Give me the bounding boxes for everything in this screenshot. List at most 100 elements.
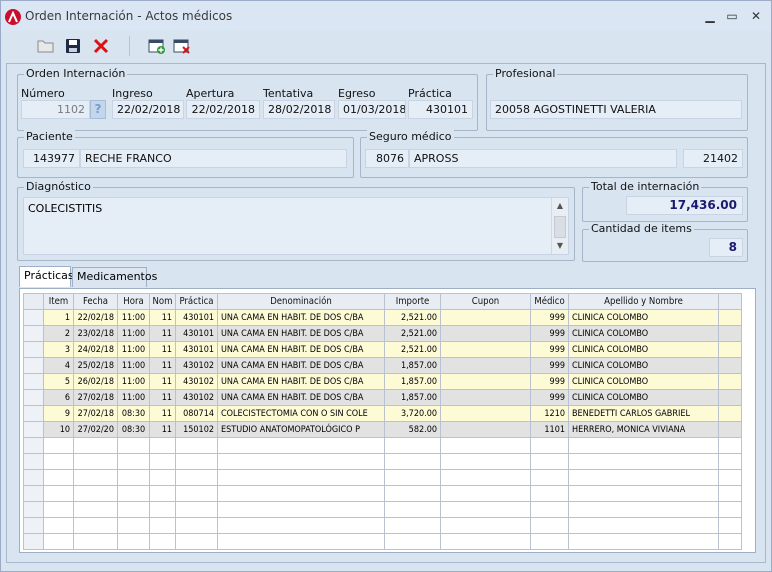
table-cell[interactable]: 999	[530, 357, 569, 374]
table-cell[interactable]: 1,857.00	[384, 373, 441, 390]
table-cell[interactable]	[440, 341, 531, 358]
remove-item-button[interactable]	[171, 35, 193, 57]
table-cell[interactable]: 1,857.00	[384, 357, 441, 374]
table-cell[interactable]: 11:00	[117, 373, 150, 390]
table-cell[interactable]: 27/02/20	[73, 421, 118, 438]
tab-medicamentos[interactable]: Medicamentos	[72, 267, 157, 287]
table-cell[interactable]: 999	[530, 389, 569, 406]
empty-cell[interactable]	[23, 501, 44, 518]
profesional-field[interactable]: 20058 AGOSTINETTI VALERIA	[490, 100, 742, 119]
empty-cell[interactable]	[43, 517, 74, 534]
empty-cell[interactable]	[73, 437, 118, 454]
table-cell[interactable]	[440, 373, 531, 390]
table-cell[interactable]: 08:30	[117, 405, 150, 422]
table-cell[interactable]: 3,720.00	[384, 405, 441, 422]
table-cell[interactable]: CLINICA COLOMBO	[568, 373, 719, 390]
empty-cell[interactable]	[149, 453, 176, 470]
empty-cell[interactable]	[43, 437, 74, 454]
column-header[interactable]: Fecha	[73, 293, 118, 310]
empty-cell[interactable]	[217, 469, 385, 486]
empty-cell[interactable]	[718, 485, 742, 502]
table-cell[interactable]: CLINICA COLOMBO	[568, 341, 719, 358]
table-cell[interactable]: 999	[530, 309, 569, 326]
table-cell[interactable]: 430101	[175, 341, 218, 358]
empty-cell[interactable]	[175, 453, 218, 470]
table-cell[interactable]	[440, 389, 531, 406]
empty-cell[interactable]	[117, 485, 150, 502]
empty-cell[interactable]	[568, 501, 719, 518]
seguro-nombre-field[interactable]: APROSS	[409, 149, 677, 168]
empty-cell[interactable]	[43, 533, 74, 550]
empty-cell[interactable]	[440, 453, 531, 470]
table-cell[interactable]: 24/02/18	[73, 341, 118, 358]
table-cell[interactable]: UNA CAMA EN HABIT. DE DOS C/BA	[217, 357, 385, 374]
empty-row[interactable]	[23, 453, 742, 470]
table-cell[interactable]: 11	[149, 405, 176, 422]
table-row[interactable]: 10 27/02/20 08:30 11 150102 ESTUDIO ANATOMOPA…	[23, 421, 742, 438]
table-cell[interactable]: 9	[43, 405, 74, 422]
empty-cell[interactable]	[175, 501, 218, 518]
table-cell[interactable]	[440, 325, 531, 342]
empty-row[interactable]	[23, 437, 742, 454]
empty-cell[interactable]	[23, 485, 44, 502]
empty-cell[interactable]	[73, 469, 118, 486]
table-cell[interactable]: 11	[149, 357, 176, 374]
empty-cell[interactable]	[718, 533, 742, 550]
empty-cell[interactable]	[217, 437, 385, 454]
seguro-numero-field[interactable]: 21402	[683, 149, 743, 168]
row-indicator[interactable]	[23, 405, 44, 422]
table-row[interactable]: 5 26/02/18 11:00 11 430102 UNA CAMA EN HABIT.…	[23, 373, 742, 390]
empty-cell[interactable]	[149, 517, 176, 534]
open-button[interactable]	[35, 35, 57, 57]
empty-cell[interactable]	[530, 469, 569, 486]
empty-cell[interactable]	[73, 485, 118, 502]
empty-cell[interactable]	[149, 485, 176, 502]
table-cell[interactable]: 2,521.00	[384, 325, 441, 342]
minimize-button[interactable]: ▁	[699, 7, 721, 25]
delete-button[interactable]	[90, 35, 112, 57]
empty-cell[interactable]	[149, 469, 176, 486]
table-row[interactable]: 9 27/02/18 08:30 11 080714 COLECISTECTOMIA CO…	[23, 405, 742, 422]
diagnostico-textarea[interactable]: COLECISTITIS ▲ ▼	[23, 197, 569, 255]
save-button[interactable]	[62, 35, 84, 57]
row-indicator[interactable]	[23, 325, 44, 342]
table-row[interactable]: 6 27/02/18 11:00 11 430102 UNA CAMA EN HABIT.…	[23, 389, 742, 406]
empty-cell[interactable]	[718, 501, 742, 518]
empty-cell[interactable]	[384, 469, 441, 486]
empty-cell[interactable]	[384, 501, 441, 518]
table-cell[interactable]: 22/02/18	[73, 309, 118, 326]
tentativa-field[interactable]: 28/02/2018	[263, 100, 335, 119]
empty-cell[interactable]	[718, 453, 742, 470]
empty-cell[interactable]	[175, 517, 218, 534]
empty-cell[interactable]	[530, 453, 569, 470]
column-header[interactable]: Práctica	[175, 293, 218, 310]
column-header[interactable]: Importe	[384, 293, 441, 310]
table-cell[interactable]: 1101	[530, 421, 569, 438]
table-cell[interactable]: 11:00	[117, 357, 150, 374]
empty-cell[interactable]	[384, 533, 441, 550]
table-cell[interactable]: CLINICA COLOMBO	[568, 389, 719, 406]
numero-field[interactable]: 1102	[21, 100, 90, 119]
row-indicator[interactable]	[23, 373, 44, 390]
empty-cell[interactable]	[117, 533, 150, 550]
table-cell[interactable]: UNA CAMA EN HABIT. DE DOS C/BA	[217, 325, 385, 342]
empty-cell[interactable]	[217, 533, 385, 550]
empty-cell[interactable]	[530, 533, 569, 550]
table-cell[interactable]: 23/02/18	[73, 325, 118, 342]
empty-row[interactable]	[23, 501, 742, 518]
numero-help-button[interactable]: ?	[90, 100, 106, 119]
table-row[interactable]: 4 25/02/18 11:00 11 430102 UNA CAMA EN HABIT.…	[23, 357, 742, 374]
empty-row[interactable]	[23, 485, 742, 502]
table-cell[interactable]: 582.00	[384, 421, 441, 438]
empty-cell[interactable]	[117, 453, 150, 470]
table-cell[interactable]: 1210	[530, 405, 569, 422]
column-header[interactable]: Cupon	[440, 293, 531, 310]
empty-row[interactable]	[23, 517, 742, 534]
empty-cell[interactable]	[384, 485, 441, 502]
scroll-up-icon[interactable]: ▲	[552, 198, 568, 214]
empty-row[interactable]	[23, 469, 742, 486]
empty-cell[interactable]	[440, 469, 531, 486]
table-cell[interactable]: 1	[43, 309, 74, 326]
empty-cell[interactable]	[43, 501, 74, 518]
empty-cell[interactable]	[73, 501, 118, 518]
